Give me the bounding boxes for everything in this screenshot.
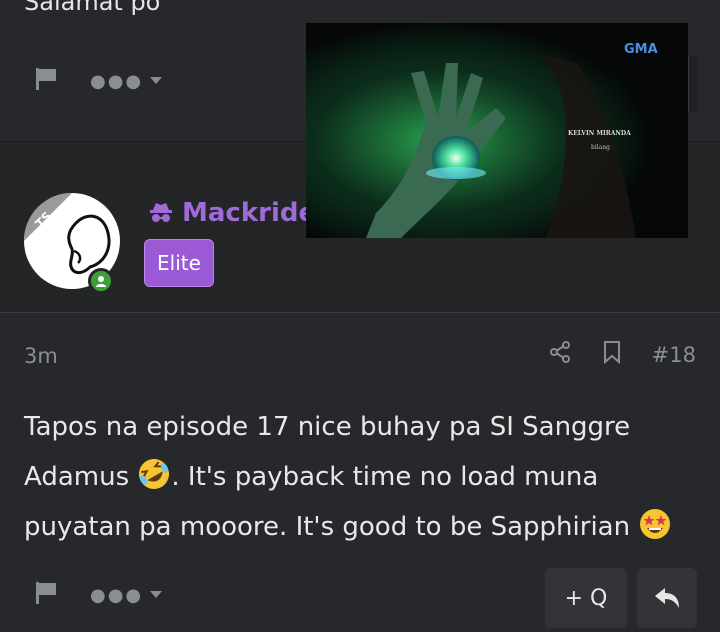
incognito-icon [150, 203, 172, 222]
bookmark-icon[interactable] [602, 340, 622, 369]
user-band-divider [0, 312, 720, 313]
post-body-line3: puyatan pa mooore. It's good to be Sapph… [24, 502, 704, 552]
more-options-button[interactable]: ●●● [90, 585, 163, 606]
reply-icon [655, 588, 679, 608]
floating-video[interactable]: GMA KELVIN MIRANDA bilang [306, 23, 688, 238]
post-tools: #18 [548, 340, 696, 369]
more-dots-icon: ●●● [90, 70, 144, 92]
share-icon[interactable] [548, 340, 572, 369]
flag-icon[interactable] [34, 66, 60, 96]
post-number[interactable]: #18 [652, 343, 696, 367]
post-body: Tapos na episode 17 nice buhay pa SI San… [24, 402, 704, 552]
previous-post-actions: ●●● [34, 66, 163, 96]
chevron-down-icon [150, 591, 163, 598]
rolling-laughing-emoji-icon [137, 457, 171, 491]
online-status-icon [88, 268, 114, 294]
star-struck-emoji-icon [638, 507, 672, 541]
username: Mackride [182, 198, 317, 228]
flag-icon[interactable] [34, 580, 60, 610]
multi-quote-label: + Q [564, 585, 608, 611]
multi-quote-button[interactable]: + Q [545, 568, 627, 628]
post-body-line2: Adamus . It's payback time no load muna [24, 452, 704, 502]
post-body-line1: Tapos na episode 17 nice buhay pa SI San… [24, 412, 631, 442]
username-link[interactable]: Mackride [148, 198, 316, 228]
video-side-edge [688, 56, 697, 112]
chevron-down-icon [150, 77, 163, 84]
role-badge: Elite [144, 239, 214, 287]
credit-name: KELVIN MIRANDA [568, 130, 631, 137]
credit-sub: bilang [591, 144, 610, 151]
post-actions: ●●● [34, 580, 163, 610]
reply-button[interactable] [637, 568, 697, 628]
channel-logo: GMA [624, 42, 658, 57]
more-options-button[interactable]: ●●● [90, 71, 163, 92]
post-time[interactable]: 3m [24, 344, 58, 368]
previous-post-text: Salamat po [24, 0, 161, 16]
more-dots-icon: ●●● [90, 584, 144, 606]
